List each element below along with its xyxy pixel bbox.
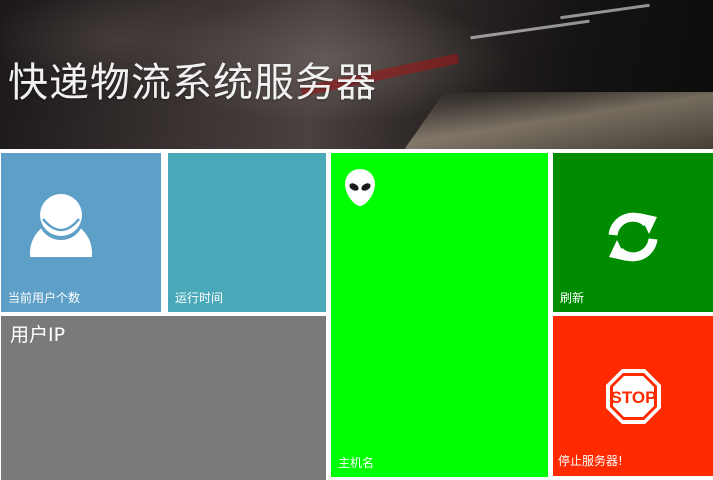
tile-runtime-label: 运行时间	[175, 291, 224, 305]
banner-background-light	[470, 19, 590, 40]
page-title: 快递物流系统服务器	[8, 60, 377, 106]
tile-current-users-label: 当前用户个数	[8, 291, 81, 305]
tile-stop-server-label: 停止服务器!	[558, 454, 623, 468]
tile-stop-server[interactable]: STOP 停止服务器!	[553, 316, 713, 476]
stop-sign-text: STOP	[611, 388, 657, 407]
alien-icon	[344, 168, 376, 208]
header-banner: 快递物流系统服务器	[0, 0, 713, 149]
tile-user-ip-heading: 用户IP	[10, 324, 66, 346]
tile-user-ip[interactable]: 用户IP	[1, 316, 326, 480]
tile-hostname-label: 主机名	[338, 456, 375, 470]
banner-background-light	[560, 3, 650, 20]
tile-refresh-label: 刷新	[560, 291, 585, 305]
stop-sign-icon: STOP	[605, 368, 662, 425]
tile-runtime[interactable]: 运行时间	[168, 153, 326, 312]
user-icon	[29, 191, 93, 259]
tile-current-users[interactable]: 当前用户个数	[1, 153, 161, 312]
refresh-icon	[605, 209, 661, 265]
tile-refresh[interactable]: 刷新	[553, 153, 713, 312]
banner-background-rail	[395, 92, 713, 149]
tile-hostname[interactable]: 主机名	[331, 153, 548, 477]
